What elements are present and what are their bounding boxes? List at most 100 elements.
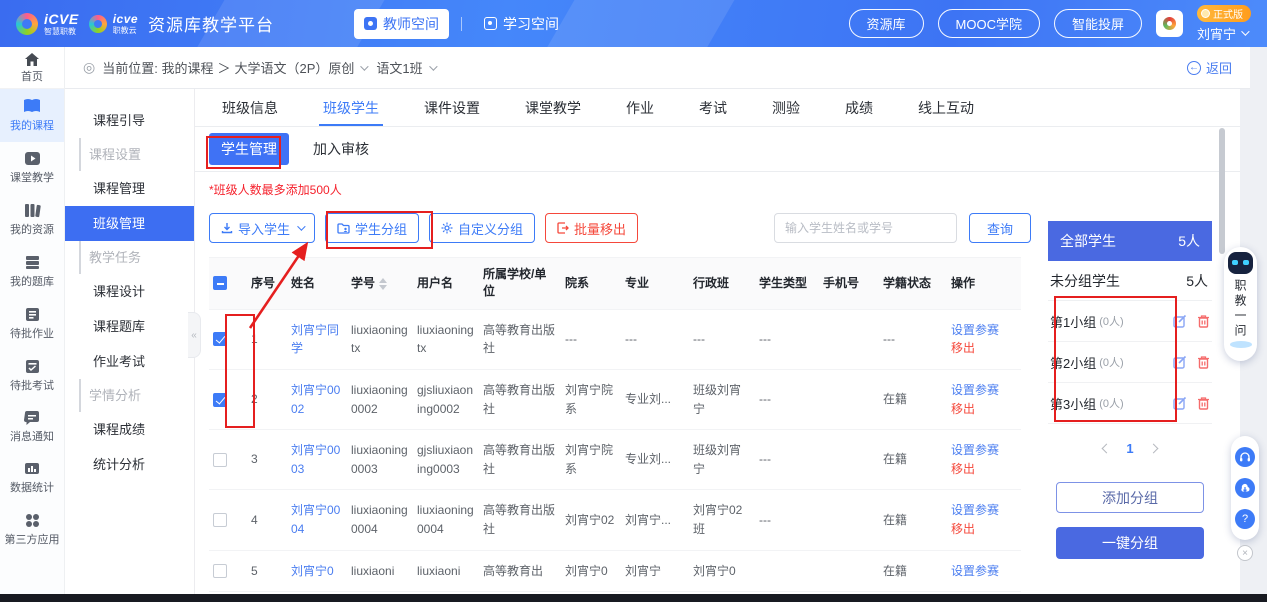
subtab-student-management[interactable]: 学生管理: [209, 133, 289, 165]
next-page-icon[interactable]: [1148, 444, 1158, 454]
download-center-button[interactable]: [1235, 478, 1255, 498]
menu-item-course-management[interactable]: 课程管理: [65, 171, 194, 206]
app-title: 资源库教学平台: [148, 11, 274, 36]
query-button[interactable]: 查询: [969, 213, 1031, 243]
close-icon[interactable]: ×: [1237, 545, 1253, 561]
resource-library-button[interactable]: 资源库: [849, 9, 924, 38]
group-count: (0人): [1099, 395, 1123, 411]
menu-item-course-grades[interactable]: 课程成绩: [65, 412, 194, 447]
col-student-id-label: 学号: [351, 276, 375, 290]
smart-cast-button[interactable]: 智能投屏: [1054, 9, 1142, 38]
set-contest-link[interactable]: 设置参赛: [951, 321, 1017, 340]
import-students-button[interactable]: 导入学生: [209, 213, 315, 243]
edit-icon[interactable]: [1173, 314, 1187, 328]
remove-link[interactable]: 移出: [951, 400, 1017, 419]
tab-grades[interactable]: 成绩: [845, 89, 873, 126]
student-search-input[interactable]: [774, 213, 957, 243]
set-contest-link[interactable]: 设置参赛: [951, 381, 1017, 400]
menu-collapse-handle[interactable]: «: [188, 312, 201, 358]
ungrouped-students-row[interactable]: 未分组学生 5人: [1048, 261, 1212, 301]
group-row[interactable]: 第2小组 (0人): [1048, 342, 1212, 383]
learning-space-button[interactable]: 学习空间: [474, 9, 569, 39]
teacher-space-button[interactable]: 教师空间: [354, 9, 449, 39]
menu-item-course-guide[interactable]: 课程引导: [65, 103, 194, 138]
menu-item-course-question-bank[interactable]: 课程题库: [65, 309, 194, 344]
menu-item-statistics-analysis[interactable]: 统计分析: [65, 447, 194, 482]
back-button[interactable]: ← 返回: [1187, 58, 1232, 77]
help-button[interactable]: ?: [1235, 509, 1255, 529]
trash-icon[interactable]: [1197, 314, 1210, 328]
customer-service-button[interactable]: [1235, 447, 1255, 467]
row-checkbox[interactable]: [213, 513, 227, 527]
menu-item-class-management[interactable]: 班级管理: [65, 206, 194, 241]
add-group-button[interactable]: 添加分组: [1056, 482, 1204, 513]
sidebar-item-home[interactable]: 首页: [0, 47, 64, 89]
row-checkbox[interactable]: [213, 332, 227, 346]
col-student-id[interactable]: 学号: [347, 258, 413, 310]
tab-classroom-teaching[interactable]: 课堂教学: [525, 89, 581, 126]
trash-icon[interactable]: [1197, 396, 1210, 410]
sidebar-item-my-courses[interactable]: 我的课程: [0, 89, 64, 142]
student-name-link[interactable]: 刘宵宁0003: [291, 441, 343, 478]
remove-link[interactable]: 移出: [951, 339, 1017, 358]
logo-sub: 职教云: [113, 27, 138, 35]
sort-icon[interactable]: [379, 278, 387, 290]
tab-online-interaction[interactable]: 线上互动: [918, 89, 974, 126]
row-checkbox[interactable]: [213, 393, 227, 407]
tab-class-info[interactable]: 班级信息: [222, 89, 278, 126]
tab-quiz[interactable]: 测验: [772, 89, 800, 126]
sidebar-item-my-question-bank[interactable]: 我的题库: [0, 246, 64, 298]
batch-remove-button[interactable]: 批量移出: [545, 213, 638, 243]
tab-courseware-settings[interactable]: 课件设置: [424, 89, 480, 126]
student-group-button[interactable]: 学生分组: [325, 213, 419, 243]
row-checkbox[interactable]: [213, 453, 227, 467]
set-contest-link[interactable]: 设置参赛: [951, 501, 1017, 520]
sidebar-item-my-resources[interactable]: 我的资源: [0, 194, 64, 246]
group-row[interactable]: 第3小组 (0人): [1048, 383, 1212, 424]
trash-icon[interactable]: [1197, 355, 1210, 369]
edit-icon[interactable]: [1173, 355, 1187, 369]
exam-doc-icon: [25, 359, 40, 374]
sidebar-item-notifications[interactable]: 消息通知: [0, 402, 64, 453]
all-students-label: 全部学生: [1060, 231, 1116, 251]
menu-item-homework-exam[interactable]: 作业考试: [65, 344, 194, 379]
vertical-scrollbar[interactable]: [1219, 128, 1225, 254]
all-students-count: 5人: [1178, 231, 1200, 251]
student-name-link[interactable]: 刘宵宁0004: [291, 501, 343, 538]
edit-icon[interactable]: [1173, 396, 1187, 410]
row-checkbox[interactable]: [213, 564, 227, 578]
sidebar-item-pending-exams[interactable]: 待批考试: [0, 350, 64, 402]
remove-link[interactable]: 移出: [951, 460, 1017, 479]
avatar[interactable]: [1156, 10, 1183, 37]
tab-class-students[interactable]: 班级学生: [323, 89, 379, 126]
group-row[interactable]: 第1小组 (0人): [1048, 301, 1212, 342]
tab-homework[interactable]: 作业: [626, 89, 654, 126]
subtab-join-review[interactable]: 加入审核: [313, 139, 369, 159]
remove-link[interactable]: 移出: [951, 520, 1017, 539]
sidebar-item-third-party-apps[interactable]: 第三方应用: [0, 504, 64, 556]
set-contest-link[interactable]: 设置参赛: [951, 441, 1017, 460]
custom-group-button[interactable]: 自定义分组: [429, 213, 535, 243]
sidebar-item-classroom-teaching[interactable]: 课堂教学: [0, 142, 64, 194]
mooc-college-button[interactable]: MOOC学院: [938, 9, 1040, 38]
cell-student-type: ---: [755, 490, 819, 550]
tab-exam[interactable]: 考试: [699, 89, 727, 126]
sidebar-item-data-statistics[interactable]: 数据统计: [0, 453, 64, 504]
sidebar-item-pending-homework[interactable]: 待批作业: [0, 298, 64, 350]
student-name-link[interactable]: 刘宵宁0: [291, 562, 343, 581]
breadcrumb-class-select[interactable]: 语文1班: [376, 58, 422, 77]
current-page[interactable]: 1: [1126, 441, 1133, 456]
sidebar-item-label: 待批作业: [10, 325, 54, 341]
group-count: (0人): [1099, 313, 1123, 329]
student-name-link[interactable]: 刘宵宁同学: [291, 321, 343, 358]
prev-page-icon[interactable]: [1102, 444, 1112, 454]
menu-item-course-design[interactable]: 课程设计: [65, 274, 194, 309]
user-menu[interactable]: 刘宵宁: [1197, 24, 1247, 43]
all-students-header[interactable]: 全部学生 5人: [1048, 221, 1212, 261]
set-contest-link[interactable]: 设置参赛: [951, 562, 1017, 581]
student-name-link[interactable]: 刘宵宁0002: [291, 381, 343, 418]
breadcrumb-course-select[interactable]: 大学语文（2P）原创: [234, 58, 354, 77]
zhijiao-assistant-widget[interactable]: 职教一问: [1224, 247, 1257, 361]
select-all-checkbox[interactable]: [213, 276, 227, 290]
one-click-group-button[interactable]: 一键分组: [1056, 527, 1204, 559]
